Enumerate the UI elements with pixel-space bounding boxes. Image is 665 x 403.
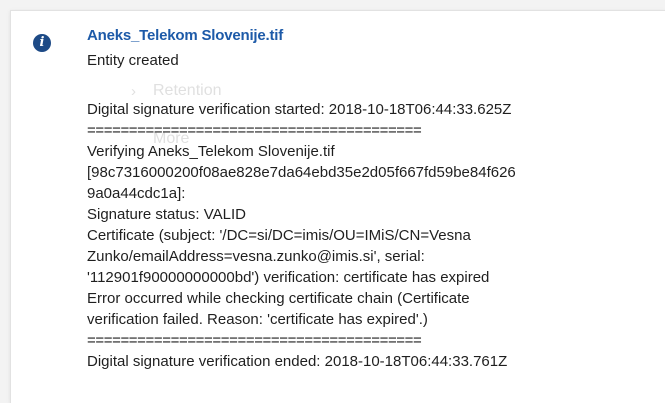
log-line: verification failed. Reason: 'certificat… [87, 311, 428, 328]
notification-subtitle: Entity created [87, 52, 179, 69]
info-icon: i [33, 34, 51, 52]
background-menu-item-retention: Retention [153, 82, 222, 99]
log-line: Zunko/emailAddress=vesna.zunko@imis.si',… [87, 248, 425, 265]
log-line: Certificate (subject: '/DC=si/DC=imis/OU… [87, 227, 471, 244]
log-line: Verifying Aneks_Telekom Slovenije.tif [87, 143, 335, 160]
log-separator: ======================================== [87, 122, 422, 139]
log-line: 9a0a44cdc1a]: [87, 185, 186, 202]
log-line: Digital signature verification ended: 20… [87, 353, 508, 370]
log-line: '112901f90000000000bd') verification: ce… [87, 269, 490, 286]
chevron-right-icon: › [131, 83, 136, 100]
verification-log: Digital signature verification started: … [87, 99, 647, 372]
log-separator: ======================================== [87, 332, 422, 349]
log-line: Signature status: VALID [87, 206, 246, 223]
log-line: Digital signature verification started: … [87, 101, 512, 118]
notification-title[interactable]: Aneks_Telekom Slovenije.tif [87, 27, 283, 44]
log-line: [98c7316000200f08ae828e7da64ebd35e2d05f6… [87, 164, 516, 181]
log-line: Error occurred while checking certificat… [87, 290, 470, 307]
page-background: i Aneks_Telekom Slovenije.tif Entity cre… [0, 0, 665, 403]
